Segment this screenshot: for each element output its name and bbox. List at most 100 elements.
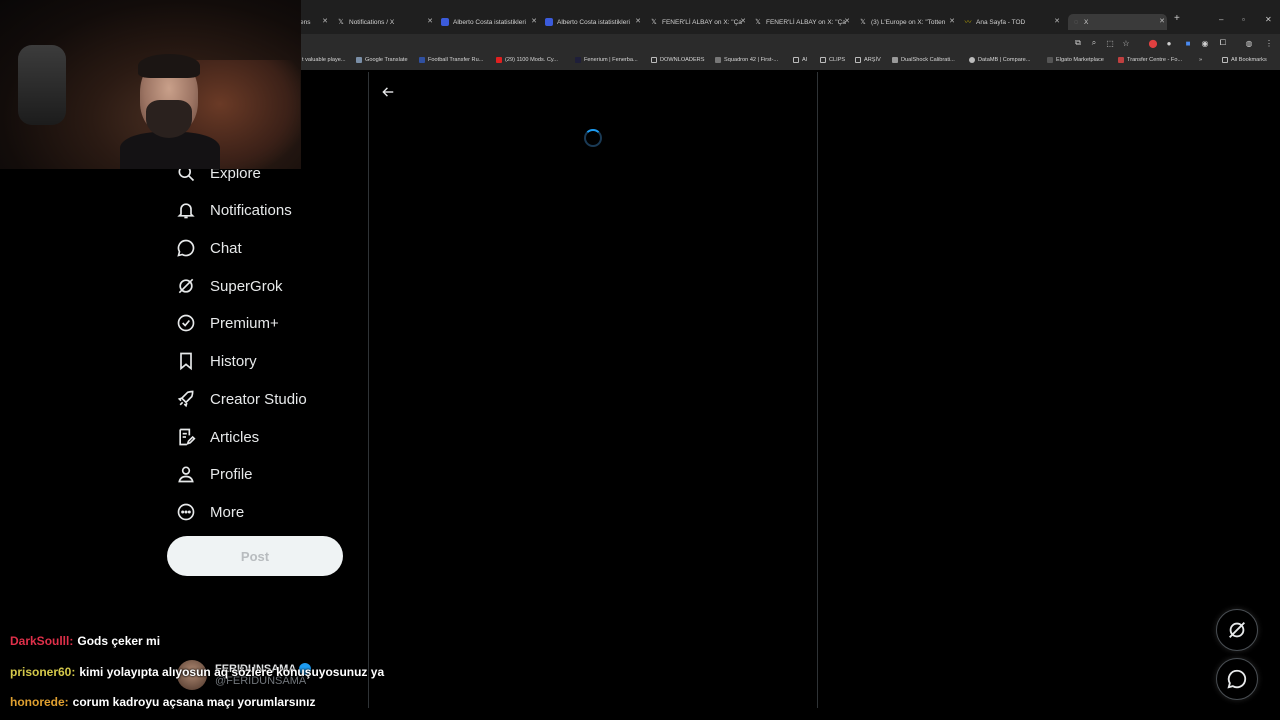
chat-message: prisoner60: kimi yolayıpta alıyosun aq sö… — [10, 665, 384, 679]
sidebar-item-label: History — [210, 352, 257, 370]
folder-icon — [1222, 57, 1228, 63]
bookmark-folder[interactable]: CLIPS — [820, 57, 845, 63]
rocket-icon — [177, 390, 194, 408]
sidebar-item-supergrok[interactable]: SuperGrok — [167, 269, 283, 303]
close-tab-icon[interactable]: ✕ — [635, 17, 641, 25]
streamer-beard — [146, 100, 192, 138]
all-bookmarks-folder[interactable]: All Bookmarks — [1222, 57, 1267, 63]
close-tab-icon[interactable]: ✕ — [427, 17, 433, 25]
sidebar-item-history[interactable]: History — [167, 344, 257, 378]
more-circle-icon — [177, 503, 195, 521]
google-translate-icon — [356, 57, 362, 63]
sidebar-item-label: SuperGrok — [210, 277, 283, 295]
install-icon[interactable]: ⬚ — [1105, 38, 1115, 48]
browser-tab[interactable]: ens ✕ — [300, 14, 330, 30]
bookmark-folder[interactable]: DOWNLOADERS — [651, 57, 704, 63]
browser-tab-active[interactable]: ◌ X ✕ — [1068, 14, 1167, 30]
loading-spinner — [584, 129, 602, 147]
tab-title: FENER'Lİ ALBAY on X: "Ça — [766, 18, 846, 26]
tab-title: X — [1084, 18, 1089, 26]
chat-text: corum kadroyu açsana maçı yorumlarsınız — [72, 695, 316, 709]
transfer-centre-icon — [1118, 57, 1124, 63]
chat-message: honorede: corum kadroyu açsana maçı yorum… — [10, 695, 315, 709]
stats-site-icon — [545, 18, 553, 26]
close-tab-icon[interactable]: ✕ — [531, 17, 537, 25]
close-window-icon[interactable]: ✕ — [1265, 15, 1272, 24]
dualshock-icon — [892, 57, 898, 63]
messages-button[interactable] — [1216, 658, 1258, 700]
sidebar-item-premium[interactable]: Premium+ — [167, 306, 279, 340]
browser-tab[interactable]: Alberto Costa istatistikleri ✕ — [545, 14, 643, 30]
x-logo-icon: 𝕏 — [338, 19, 344, 26]
extension-icon[interactable]: ⬤ — [1148, 38, 1158, 48]
sidebar-item-chat[interactable]: Chat — [167, 231, 242, 265]
back-button[interactable] — [379, 83, 397, 101]
folder-icon — [855, 57, 861, 63]
bookmark-folder[interactable]: ARŞİV — [855, 57, 881, 63]
bookmark-item[interactable]: Fenerium | Fenerba... — [575, 57, 638, 63]
browser-tab[interactable]: Alberto Costa istatistikleri ✕ — [441, 14, 539, 30]
extension-icon[interactable]: ■ — [1183, 38, 1193, 48]
column-divider — [368, 72, 369, 708]
article-icon — [179, 428, 196, 446]
sidebar-item-label: Articles — [210, 428, 260, 446]
browser-tab[interactable]: 𝕏 (3) L'Europe on X: "Totten ✕ — [859, 14, 957, 30]
column-divider — [817, 72, 818, 708]
squadron-icon — [715, 57, 721, 63]
more-bookmarks-icon[interactable]: » — [1199, 57, 1202, 63]
folder-icon — [651, 57, 657, 63]
sidebar-item-notifications[interactable]: Notifications — [167, 193, 292, 227]
chat-bubble-icon — [1227, 669, 1247, 689]
zoom-icon[interactable]: ⌕ — [1089, 38, 1099, 48]
browser-tab[interactable]: 〰 Ana Sayfa - TOD ✕ — [964, 14, 1062, 30]
menu-icon[interactable]: ⋮ — [1264, 38, 1274, 48]
post-button[interactable]: Post — [167, 536, 343, 576]
bookmark-item[interactable]: Football Transfer Ru... — [419, 57, 483, 63]
bookmark-item[interactable]: DualShock Calibrati... — [892, 57, 955, 63]
chat-username: honorede: — [10, 695, 69, 709]
browser-tab[interactable]: 𝕏 FENER'Lİ ALBAY on X: "Ça ✕ — [650, 14, 748, 30]
close-tab-icon[interactable]: ✕ — [1159, 17, 1165, 25]
bookmark-item[interactable]: Squadron 42 | First-... — [715, 57, 778, 63]
sidebar-item-label: Creator Studio — [210, 390, 307, 408]
sidebar-item-label: Notifications — [210, 201, 292, 219]
translate-icon[interactable]: ⧉ — [1073, 38, 1083, 48]
close-tab-icon[interactable]: ✕ — [740, 17, 746, 25]
microphone — [18, 45, 66, 125]
browser-tab[interactable]: 𝕏 FENER'Lİ ALBAY on X: "Ça ✕ — [754, 14, 852, 30]
chat-text: kimi yolayıpta alıyosun aq sözlere konuş… — [79, 665, 385, 679]
close-tab-icon[interactable]: ✕ — [949, 17, 955, 25]
close-tab-icon[interactable]: ✕ — [1054, 17, 1060, 25]
bookmark-item[interactable]: Transfer Centre - Fo... — [1118, 57, 1182, 63]
transfer-site-icon — [419, 57, 425, 63]
sidebar-item-profile[interactable]: Profile — [167, 457, 253, 491]
sidebar-item-more[interactable]: More — [167, 495, 244, 529]
bookmark-item[interactable]: (29) 1100 Mods. Cy... — [496, 57, 558, 63]
verified-badge-icon — [177, 314, 195, 332]
bookmark-folder[interactable]: AI — [793, 57, 807, 63]
sidebar-item-creator-studio[interactable]: Creator Studio — [167, 382, 307, 416]
bookmark-item[interactable]: DataMB | Compare... — [969, 57, 1030, 63]
close-tab-icon[interactable]: ✕ — [322, 17, 328, 25]
close-tab-icon[interactable]: ✕ — [844, 17, 850, 25]
extension-icon[interactable]: ◉ — [1200, 38, 1210, 48]
puzzle-icon[interactable]: ⧠ — [1218, 38, 1228, 48]
stats-site-icon — [441, 18, 449, 26]
restore-icon[interactable]: ▫ — [1242, 15, 1245, 24]
bookmark-item[interactable]: Google Translate — [356, 57, 408, 63]
sidebar-item-label: Chat — [210, 239, 242, 257]
grok-button[interactable] — [1216, 609, 1258, 651]
browser-tab[interactable]: 𝕏 Notifications / X ✕ — [337, 14, 435, 30]
bookmark-item[interactable]: Elgato Marketplace — [1047, 57, 1104, 63]
tab-title: Alberto Costa istatistikleri — [453, 18, 526, 26]
tab-title: ens — [300, 18, 311, 26]
star-bookmark-icon[interactable]: ☆ — [1121, 38, 1131, 48]
sidebar-item-articles[interactable]: Articles — [167, 420, 259, 454]
chat-text: Gods çeker mi — [77, 634, 161, 648]
bookmark-item[interactable]: t valuable playe... — [302, 57, 346, 63]
new-tab-button[interactable]: + — [1174, 13, 1180, 24]
extension-icon[interactable]: ● — [1164, 38, 1174, 48]
loading-icon: ◌ — [1073, 18, 1079, 26]
minimize-icon[interactable]: – — [1219, 15, 1223, 24]
profile-icon[interactable]: ◍ — [1244, 38, 1254, 48]
